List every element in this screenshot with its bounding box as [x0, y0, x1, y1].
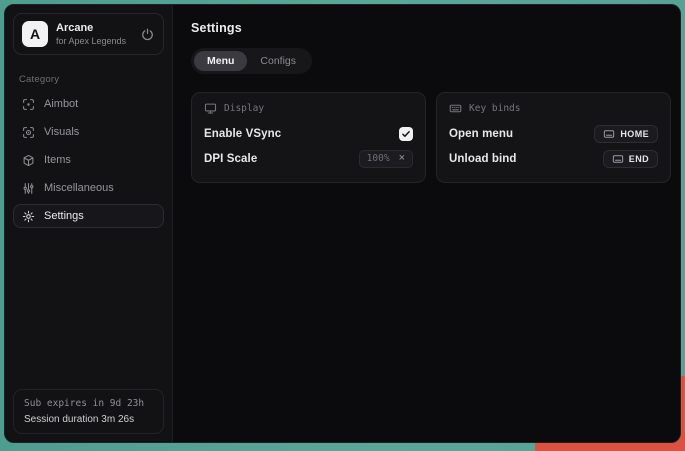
dpi-scale-input[interactable]: 100% × — [359, 150, 413, 168]
sidebar-item-label: Aimbot — [44, 98, 78, 110]
session-duration-text: Session duration 3m 26s — [24, 414, 153, 425]
sidebar-item-label: Miscellaneous — [44, 182, 114, 194]
dpi-row: DPI Scale 100% × — [204, 146, 413, 171]
monitor-icon — [204, 102, 217, 115]
crosshair-icon — [22, 98, 35, 111]
brand-title: Arcane — [56, 22, 126, 34]
sidebar-nav: Aimbot Visuals — [5, 92, 172, 232]
brand-subtitle: for Apex Legends — [56, 36, 126, 46]
sub-expires-text: Sub expires in 9d 23h — [24, 398, 153, 409]
keybind-value: HOME — [620, 129, 649, 139]
open-menu-label: Open menu — [449, 128, 513, 140]
eye-scan-icon — [22, 126, 35, 139]
unload-bind-keybind-button[interactable]: END — [603, 150, 658, 168]
tab-bar: Menu Configs — [191, 48, 312, 74]
page-title: Settings — [191, 21, 671, 35]
power-icon[interactable] — [140, 27, 155, 42]
sidebar: A Arcane for Apex Legends Category — [5, 5, 173, 442]
tab-menu[interactable]: Menu — [194, 51, 247, 71]
sidebar-item-label: Visuals — [44, 126, 79, 138]
keybinds-card-title: Key binds — [469, 103, 520, 114]
vsync-checkbox[interactable] — [399, 127, 413, 141]
vsync-row: Enable VSync — [204, 121, 413, 146]
vsync-label: Enable VSync — [204, 128, 281, 140]
keyboard-icon — [449, 102, 462, 115]
sidebar-item-items[interactable]: Items — [13, 148, 164, 172]
display-card: Display Enable VSync DPI Scale 100% × — [191, 92, 426, 183]
cube-icon — [22, 154, 35, 167]
sliders-icon — [22, 182, 35, 195]
keyboard-icon — [603, 129, 615, 139]
keybinds-card: Key binds Open menu HOME — [436, 92, 671, 183]
keybind-value: END — [629, 154, 649, 164]
main-content: Settings Menu Configs Display — [173, 5, 681, 442]
sidebar-item-label: Settings — [44, 210, 84, 222]
unload-bind-row: Unload bind END — [449, 146, 658, 171]
open-menu-keybind-button[interactable]: HOME — [594, 125, 658, 143]
brand-logo: A — [22, 21, 48, 47]
subscription-status-box: Sub expires in 9d 23h Session duration 3… — [13, 389, 164, 434]
sidebar-item-miscellaneous[interactable]: Miscellaneous — [13, 176, 164, 200]
sidebar-item-visuals[interactable]: Visuals — [13, 120, 164, 144]
app-window: A Arcane for Apex Legends Category — [4, 4, 681, 443]
unload-bind-label: Unload bind — [449, 153, 517, 165]
display-card-title: Display — [224, 103, 264, 114]
dpi-label: DPI Scale — [204, 153, 257, 165]
brand-card: A Arcane for Apex Legends — [13, 13, 164, 55]
sidebar-item-aimbot[interactable]: Aimbot — [13, 92, 164, 116]
dpi-value: 100% — [367, 153, 390, 164]
gear-icon — [22, 210, 35, 223]
sidebar-item-settings[interactable]: Settings — [13, 204, 164, 228]
clear-icon[interactable]: × — [399, 153, 405, 164]
keyboard-icon — [612, 154, 624, 164]
check-icon — [401, 129, 411, 139]
tab-configs[interactable]: Configs — [247, 51, 309, 71]
sidebar-item-label: Items — [44, 154, 71, 166]
category-label: Category — [19, 74, 158, 85]
open-menu-row: Open menu HOME — [449, 121, 658, 146]
